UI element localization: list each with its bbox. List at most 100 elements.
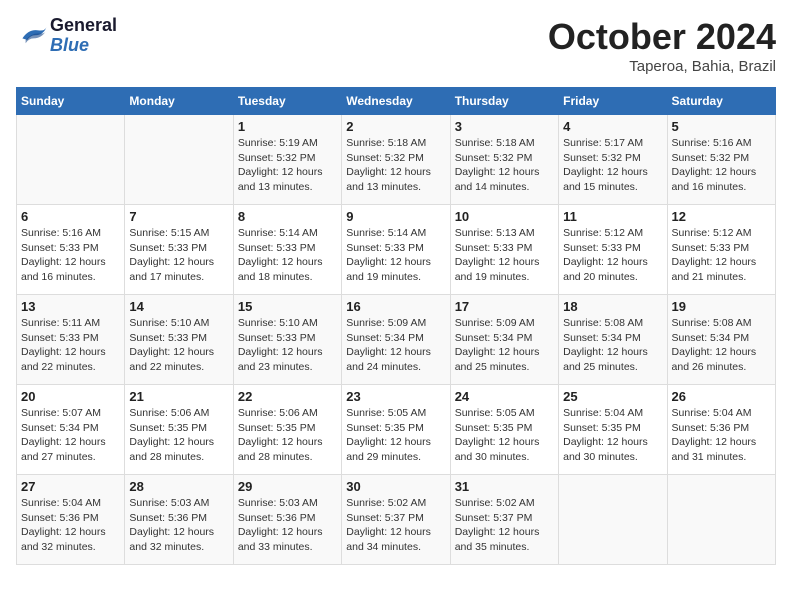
logo-text-blue: Blue (50, 36, 117, 56)
calendar-cell: 10Sunrise: 5:13 AM Sunset: 5:33 PM Dayli… (450, 205, 558, 295)
calendar-cell: 23Sunrise: 5:05 AM Sunset: 5:35 PM Dayli… (342, 385, 450, 475)
day-number: 31 (455, 479, 554, 494)
calendar-cell: 15 Sunrise: 5:10 AM Sunset: 5:33 PM Dayli… (233, 295, 341, 385)
header-thursday: Thursday (450, 88, 558, 115)
day-number: 15 (238, 299, 337, 314)
day-number: 4 (563, 119, 662, 134)
day-number: 22 (238, 389, 337, 404)
calendar-cell: 25 Sunrise: 5:04 AM Sunset: 5:35 PM Dayli… (559, 385, 667, 475)
day-info: Sunrise: 5:04 AM Sunset: 5:35 PM Dayligh… (563, 406, 662, 465)
day-number: 14 (129, 299, 228, 314)
calendar-cell: 21 Sunrise: 5:06 AM Sunset: 5:35 PM Dayli… (125, 385, 233, 475)
day-number: 12 (672, 209, 771, 224)
calendar-cell (559, 475, 667, 565)
calendar-cell: 20Sunrise: 5:07 AM Sunset: 5:34 PM Dayli… (17, 385, 125, 475)
calendar-cell: 19Sunrise: 5:08 AM Sunset: 5:34 PM Dayli… (667, 295, 775, 385)
header-monday: Monday (125, 88, 233, 115)
calendar-cell: 14 Sunrise: 5:10 AM Sunset: 5:33 PM Dayli… (125, 295, 233, 385)
calendar-cell: 9 Sunrise: 5:14 AM Sunset: 5:33 PM Daylig… (342, 205, 450, 295)
day-info: Sunrise: 5:05 AM Sunset: 5:35 PM Dayligh… (346, 406, 445, 465)
calendar-cell (667, 475, 775, 565)
calendar-cell: 18 Sunrise: 5:08 AM Sunset: 5:34 PM Dayli… (559, 295, 667, 385)
week-row-1: 1 Sunrise: 5:19 AM Sunset: 5:32 PM Daylig… (17, 115, 776, 205)
calendar-cell: 1 Sunrise: 5:19 AM Sunset: 5:32 PM Daylig… (233, 115, 341, 205)
day-number: 16 (346, 299, 445, 314)
header-saturday: Saturday (667, 88, 775, 115)
day-number: 29 (238, 479, 337, 494)
day-number: 30 (346, 479, 445, 494)
day-info: Sunrise: 5:08 AM Sunset: 5:34 PM Dayligh… (672, 316, 771, 375)
calendar-cell: 17Sunrise: 5:09 AM Sunset: 5:34 PM Dayli… (450, 295, 558, 385)
day-info: Sunrise: 5:16 AM Sunset: 5:33 PM Dayligh… (21, 226, 120, 285)
calendar-cell: 31 Sunrise: 5:02 AM Sunset: 5:37 PM Dayli… (450, 475, 558, 565)
calendar-cell: 22 Sunrise: 5:06 AM Sunset: 5:35 PM Dayli… (233, 385, 341, 475)
day-number: 10 (455, 209, 554, 224)
day-info: Sunrise: 5:05 AM Sunset: 5:35 PM Dayligh… (455, 406, 554, 465)
day-info: Sunrise: 5:04 AM Sunset: 5:36 PM Dayligh… (672, 406, 771, 465)
day-info: Sunrise: 5:04 AM Sunset: 5:36 PM Dayligh… (21, 496, 120, 555)
day-number: 26 (672, 389, 771, 404)
calendar-header-row: SundayMondayTuesdayWednesdayThursdayFrid… (17, 88, 776, 115)
week-row-2: 6Sunrise: 5:16 AM Sunset: 5:33 PM Daylig… (17, 205, 776, 295)
day-info: Sunrise: 5:14 AM Sunset: 5:33 PM Dayligh… (346, 226, 445, 285)
calendar-cell: 24 Sunrise: 5:05 AM Sunset: 5:35 PM Dayli… (450, 385, 558, 475)
day-number: 24 (455, 389, 554, 404)
calendar-cell: 7Sunrise: 5:15 AM Sunset: 5:33 PM Daylig… (125, 205, 233, 295)
day-info: Sunrise: 5:10 AM Sunset: 5:33 PM Dayligh… (238, 316, 337, 375)
calendar-cell: 29 Sunrise: 5:03 AM Sunset: 5:36 PM Dayli… (233, 475, 341, 565)
day-number: 7 (129, 209, 228, 224)
logo-icon (16, 22, 48, 50)
day-info: Sunrise: 5:16 AM Sunset: 5:32 PM Dayligh… (672, 136, 771, 195)
calendar-cell: 3Sunrise: 5:18 AM Sunset: 5:32 PM Daylig… (450, 115, 558, 205)
page-header: General Blue October 2024 Taperoa, Bahia… (16, 16, 776, 75)
logo: General Blue (16, 16, 117, 56)
day-info: Sunrise: 5:12 AM Sunset: 5:33 PM Dayligh… (672, 226, 771, 285)
day-number: 2 (346, 119, 445, 134)
day-number: 1 (238, 119, 337, 134)
day-number: 18 (563, 299, 662, 314)
day-number: 11 (563, 209, 662, 224)
day-info: Sunrise: 5:02 AM Sunset: 5:37 PM Dayligh… (346, 496, 445, 555)
day-info: Sunrise: 5:19 AM Sunset: 5:32 PM Dayligh… (238, 136, 337, 195)
day-info: Sunrise: 5:07 AM Sunset: 5:34 PM Dayligh… (21, 406, 120, 465)
calendar-cell: 27 Sunrise: 5:04 AM Sunset: 5:36 PM Dayli… (17, 475, 125, 565)
location-subtitle: Taperoa, Bahia, Brazil (548, 58, 776, 75)
day-info: Sunrise: 5:10 AM Sunset: 5:33 PM Dayligh… (129, 316, 228, 375)
day-info: Sunrise: 5:18 AM Sunset: 5:32 PM Dayligh… (455, 136, 554, 195)
day-info: Sunrise: 5:12 AM Sunset: 5:33 PM Dayligh… (563, 226, 662, 285)
day-number: 28 (129, 479, 228, 494)
week-row-3: 13Sunrise: 5:11 AM Sunset: 5:33 PM Dayli… (17, 295, 776, 385)
day-info: Sunrise: 5:09 AM Sunset: 5:34 PM Dayligh… (455, 316, 554, 375)
calendar-cell: 28 Sunrise: 5:03 AM Sunset: 5:36 PM Dayli… (125, 475, 233, 565)
day-number: 9 (346, 209, 445, 224)
day-number: 13 (21, 299, 120, 314)
header-sunday: Sunday (17, 88, 125, 115)
calendar-table: SundayMondayTuesdayWednesdayThursdayFrid… (16, 87, 776, 565)
day-info: Sunrise: 5:02 AM Sunset: 5:37 PM Dayligh… (455, 496, 554, 555)
month-title: October 2024 (548, 16, 776, 58)
week-row-4: 20Sunrise: 5:07 AM Sunset: 5:34 PM Dayli… (17, 385, 776, 475)
day-info: Sunrise: 5:18 AM Sunset: 5:32 PM Dayligh… (346, 136, 445, 195)
header-friday: Friday (559, 88, 667, 115)
calendar-cell: 30 Sunrise: 5:02 AM Sunset: 5:37 PM Dayli… (342, 475, 450, 565)
day-number: 5 (672, 119, 771, 134)
calendar-cell: 12 Sunrise: 5:12 AM Sunset: 5:33 PM Dayli… (667, 205, 775, 295)
day-info: Sunrise: 5:06 AM Sunset: 5:35 PM Dayligh… (129, 406, 228, 465)
calendar-cell: 13Sunrise: 5:11 AM Sunset: 5:33 PM Dayli… (17, 295, 125, 385)
day-number: 27 (21, 479, 120, 494)
day-info: Sunrise: 5:06 AM Sunset: 5:35 PM Dayligh… (238, 406, 337, 465)
header-wednesday: Wednesday (342, 88, 450, 115)
calendar-cell: 6Sunrise: 5:16 AM Sunset: 5:33 PM Daylig… (17, 205, 125, 295)
day-info: Sunrise: 5:17 AM Sunset: 5:32 PM Dayligh… (563, 136, 662, 195)
day-info: Sunrise: 5:03 AM Sunset: 5:36 PM Dayligh… (129, 496, 228, 555)
day-info: Sunrise: 5:09 AM Sunset: 5:34 PM Dayligh… (346, 316, 445, 375)
calendar-cell: 2 Sunrise: 5:18 AM Sunset: 5:32 PM Daylig… (342, 115, 450, 205)
title-block: October 2024 Taperoa, Bahia, Brazil (548, 16, 776, 75)
day-info: Sunrise: 5:03 AM Sunset: 5:36 PM Dayligh… (238, 496, 337, 555)
logo-text-general: General (50, 16, 117, 36)
day-number: 25 (563, 389, 662, 404)
day-number: 21 (129, 389, 228, 404)
day-number: 8 (238, 209, 337, 224)
day-info: Sunrise: 5:08 AM Sunset: 5:34 PM Dayligh… (563, 316, 662, 375)
calendar-cell: 11 Sunrise: 5:12 AM Sunset: 5:33 PM Dayli… (559, 205, 667, 295)
